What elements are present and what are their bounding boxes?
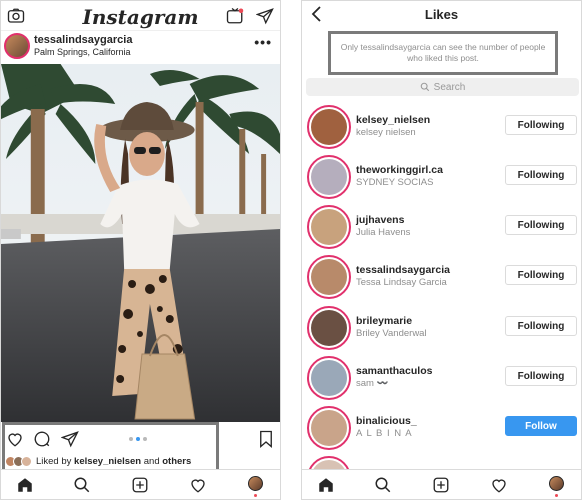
follow-button[interactable]: Follow bbox=[505, 416, 577, 436]
user-avatar[interactable] bbox=[307, 155, 351, 199]
liked-by-others[interactable]: others bbox=[162, 456, 191, 467]
new-post-icon[interactable] bbox=[432, 476, 450, 494]
user-fullname: Tessa Lindsay Garcia bbox=[356, 277, 447, 288]
user-username[interactable]: theworkinggirl.ca bbox=[356, 164, 443, 176]
notification-dot bbox=[254, 494, 257, 497]
user-avatar[interactable] bbox=[307, 306, 351, 350]
profile-avatar[interactable] bbox=[248, 476, 263, 491]
home-icon[interactable] bbox=[16, 476, 34, 494]
following-button[interactable]: Following bbox=[505, 215, 577, 235]
list-item[interactable]: kelsey_nielsen kelsey nielsen Following bbox=[302, 102, 581, 152]
user-avatar[interactable] bbox=[307, 105, 351, 149]
user-avatar[interactable] bbox=[307, 356, 351, 400]
user-avatar[interactable] bbox=[307, 255, 351, 299]
search-icon bbox=[420, 82, 429, 92]
user-fullname: Julia Havens bbox=[356, 227, 411, 238]
user-fullname: SYDNEY SOCIAS bbox=[356, 177, 434, 188]
likes-privacy-notice: Only tessalindsaygarcia can see the numb… bbox=[328, 31, 558, 75]
activity-heart-icon[interactable] bbox=[189, 476, 207, 494]
list-item[interactable]: jujhavens Julia Havens Following bbox=[302, 202, 581, 252]
user-fullname: kelsey nielsen bbox=[356, 127, 416, 138]
search-placeholder: Search bbox=[433, 81, 466, 93]
liked-by-line[interactable]: Liked by kelsey_nielsen and others bbox=[5, 456, 191, 467]
bottom-navigation bbox=[302, 469, 581, 499]
new-post-icon[interactable] bbox=[131, 476, 149, 494]
post-header: tessalindsaygarcia Palm Springs, Califor… bbox=[1, 31, 280, 63]
following-button[interactable]: Following bbox=[505, 316, 577, 336]
user-username[interactable]: tessalindsaygarcia bbox=[356, 264, 450, 276]
user-avatar[interactable] bbox=[307, 205, 351, 249]
liker-avatar bbox=[21, 456, 32, 467]
direct-message-icon[interactable] bbox=[256, 7, 274, 25]
search-icon[interactable] bbox=[73, 476, 91, 494]
following-button[interactable]: Following bbox=[505, 265, 577, 285]
user-avatar[interactable] bbox=[307, 406, 351, 450]
igtv-icon[interactable] bbox=[226, 7, 244, 25]
activity-heart-icon[interactable] bbox=[490, 476, 508, 494]
user-fullname: Briley Vanderwal bbox=[356, 328, 427, 339]
liked-by-and: and bbox=[143, 456, 160, 467]
user-username[interactable]: binalicious_ bbox=[356, 415, 417, 427]
user-username[interactable]: jujhavens bbox=[356, 214, 404, 226]
user-fullname: sam 〰️ bbox=[356, 378, 389, 389]
following-button[interactable]: Following bbox=[505, 366, 577, 386]
more-options-icon[interactable]: ••• bbox=[254, 34, 272, 50]
user-username[interactable]: brileymarie bbox=[356, 315, 412, 327]
carousel-dot bbox=[143, 437, 147, 441]
post-author-username[interactable]: tessalindsaygarcia bbox=[34, 34, 132, 46]
list-item[interactable]: brileymarie Briley Vanderwal Following bbox=[302, 303, 581, 353]
list-item[interactable]: samanthaculos sam 〰️ Following bbox=[302, 353, 581, 403]
profile-avatar[interactable] bbox=[549, 476, 564, 491]
home-icon[interactable] bbox=[317, 476, 335, 494]
bottom-navigation bbox=[1, 469, 280, 499]
carousel-indicator bbox=[129, 437, 147, 441]
liked-by-prefix: Liked by bbox=[36, 456, 72, 467]
list-item[interactable]: tessalindsaygarcia Tessa Lindsay Garcia … bbox=[302, 252, 581, 302]
share-icon[interactable] bbox=[61, 430, 79, 448]
list-item[interactable]: binalicious_ A L B I N A Follow bbox=[302, 403, 581, 453]
list-item[interactable]: theworkinggirl.ca SYDNEY SOCIAS Followin… bbox=[302, 152, 581, 202]
bookmark-icon[interactable] bbox=[258, 430, 274, 448]
feed-screen: Instagram tessalindsaygarcia Palm Spring… bbox=[0, 0, 281, 500]
likes-screen: Likes Only tessalindsaygarcia can see th… bbox=[301, 0, 582, 500]
notification-dot bbox=[555, 494, 558, 497]
following-button[interactable]: Following bbox=[505, 115, 577, 135]
search-bar[interactable]: Search bbox=[306, 78, 579, 96]
user-username[interactable]: samanthaculos bbox=[356, 365, 432, 377]
user-username[interactable]: kelsey_nielsen bbox=[356, 114, 430, 126]
post-photo[interactable] bbox=[1, 64, 280, 422]
carousel-dot-active bbox=[136, 437, 140, 441]
page-title: Likes bbox=[424, 7, 459, 22]
search-icon[interactable] bbox=[374, 476, 392, 494]
following-button[interactable]: Following bbox=[505, 165, 577, 185]
post-author-avatar[interactable] bbox=[4, 33, 30, 59]
comment-icon[interactable] bbox=[33, 430, 51, 448]
liked-by-user[interactable]: kelsey_nielsen bbox=[74, 456, 141, 467]
post-actions-bar bbox=[1, 425, 280, 453]
user-fullname: A L B I N A bbox=[356, 428, 413, 439]
post-location[interactable]: Palm Springs, California bbox=[34, 47, 131, 57]
heart-icon[interactable] bbox=[6, 430, 24, 448]
carousel-dot bbox=[129, 437, 133, 441]
feed-top-bar: Instagram bbox=[1, 1, 280, 31]
